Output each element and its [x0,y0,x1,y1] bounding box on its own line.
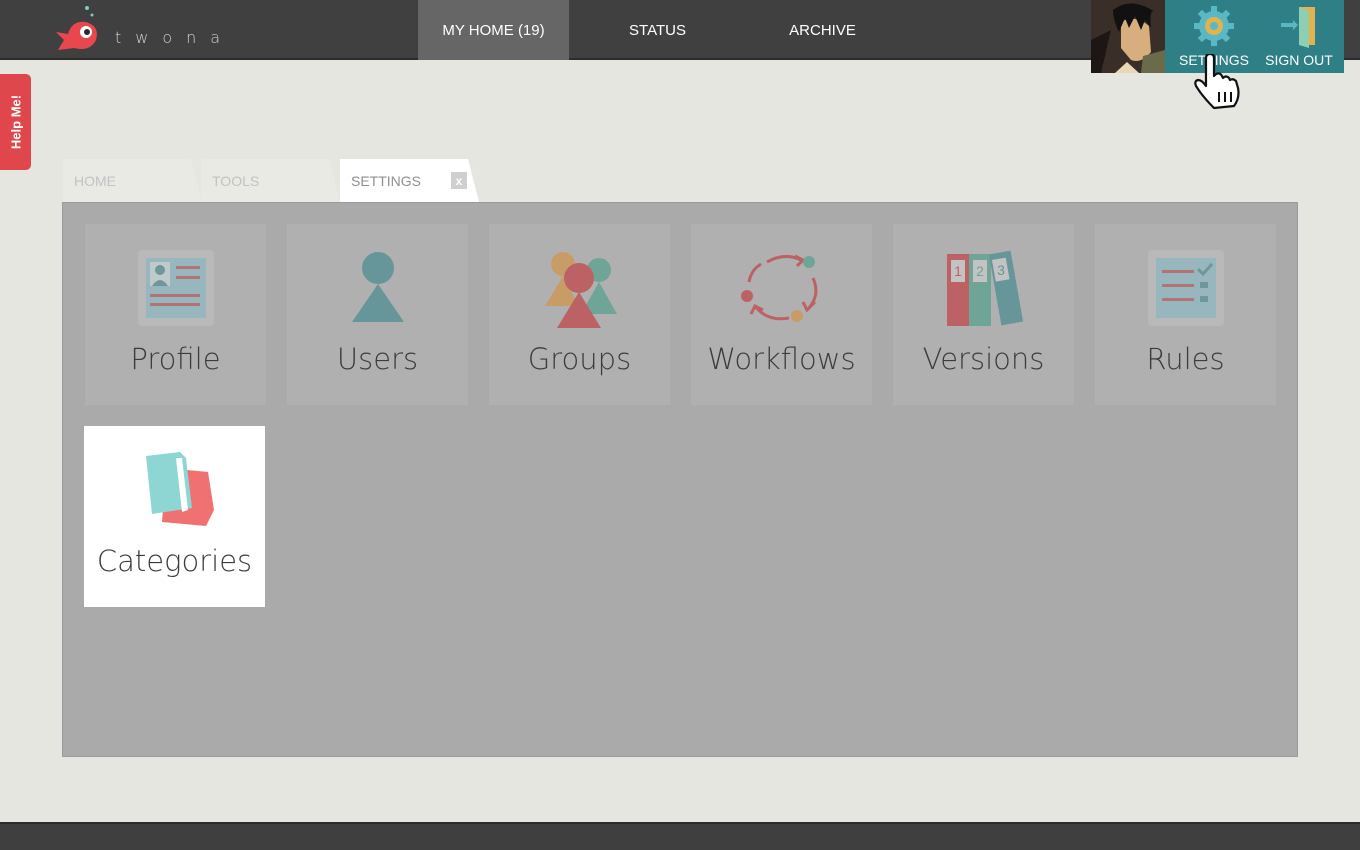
group-icon [544,252,617,328]
nav-my-home[interactable]: MY HOME (19) [418,0,569,60]
binder-number-3: 3 [997,262,1005,278]
footer-bar [0,822,1360,850]
binder-number-2: 2 [976,263,984,279]
tile-profile-label: Profile [130,342,221,376]
tile-groups[interactable]: Groups [489,224,670,405]
tab-tools[interactable]: TOOLS [201,159,340,202]
user-avatar[interactable] [1091,0,1165,73]
checklist-icon [1147,250,1224,326]
binders-icon: 1 2 3 [946,250,1023,326]
tile-rules[interactable]: Rules [1095,224,1276,405]
tile-groups-label: Groups [527,342,632,376]
tile-users[interactable]: Users [287,224,468,405]
user-icon [351,252,404,322]
profile-card-icon [137,250,214,326]
tab-home-label: HOME [74,172,116,189]
nav-archive[interactable]: ARCHIVE [750,0,895,60]
tab-settings[interactable]: SETTINGS x [340,159,479,202]
tile-workflows-label: Workflows [707,342,856,376]
tile-workflows[interactable]: Workflows [691,224,872,405]
tile-users-label: Users [336,342,419,376]
user-menu: SETTINGS SIGN OUT [1165,0,1344,73]
tile-rules-label: Rules [1146,342,1225,376]
tile-versions[interactable]: 1 2 3 Versions [893,224,1074,405]
tile-profile[interactable]: Profile [85,224,266,405]
exit-door-icon [1281,7,1315,48]
tab-tools-label: TOOLS [212,172,260,189]
tile-categories[interactable]: Categories [84,426,265,607]
help-me-label: Help Me! [8,94,23,150]
twona-fish-logo[interactable] [50,4,110,58]
sign-out-button[interactable]: SIGN OUT [1257,0,1341,73]
brand-name: twona [115,28,235,47]
tab-home[interactable]: HOME [63,159,202,202]
settings-button[interactable]: SETTINGS [1171,0,1257,73]
sign-out-label: SIGN OUT [1265,52,1333,68]
tab-close-icon[interactable]: x [451,172,467,189]
gear-icon [1194,6,1234,46]
binder-number-1: 1 [954,263,962,279]
nav-status[interactable]: STATUS [585,0,730,60]
tile-versions-label: Versions [922,342,1045,376]
settings-label: SETTINGS [1178,52,1249,68]
tile-categories-label: Categories [96,544,253,578]
help-me-tab[interactable]: Help Me! [0,74,31,170]
workflow-cycle-icon [740,254,817,322]
tab-settings-label: SETTINGS [351,172,422,189]
folders-icon [145,452,214,526]
